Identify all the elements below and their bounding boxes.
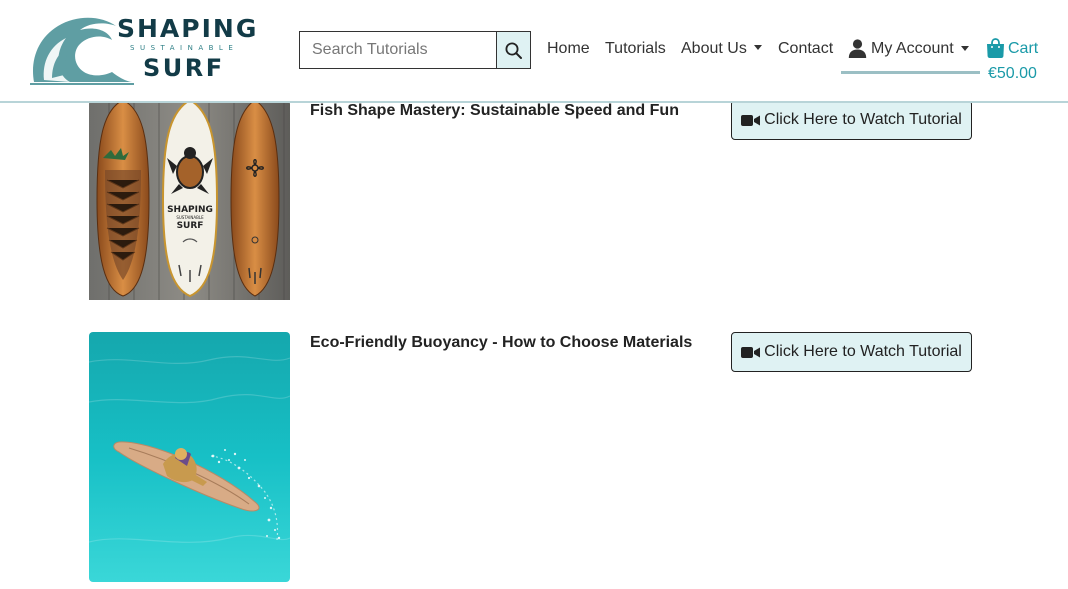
search-button[interactable] (496, 31, 531, 69)
tutorial-title[interactable]: Fish Shape Mastery: Sustainable Speed an… (310, 102, 679, 120)
logo-text-sustainable: SUSTAINABLE (130, 44, 239, 52)
nav-contact[interactable]: Contact (778, 40, 833, 58)
board-text-sustainable: SUSTAINABLE (176, 215, 204, 220)
board-text-surf: SURF (177, 221, 204, 231)
caret-down-icon (960, 46, 969, 51)
cart-row: Cart (986, 38, 1038, 59)
watch-tutorial-button[interactable]: Click Here to Watch Tutorial (731, 332, 972, 372)
nav-account-dropdown[interactable]: My Account (848, 39, 969, 58)
watch-tutorial-label: Click Here to Watch Tutorial (764, 343, 962, 360)
search-form (299, 31, 531, 69)
surfboards-image: SHAPING SUSTAINABLE SURF (89, 100, 290, 300)
nav-about-dropdown[interactable]: About Us (681, 40, 762, 58)
logo-text-shaping: SHAPING (117, 14, 259, 43)
user-icon (848, 39, 867, 58)
logo-text-surf: SURF (143, 54, 225, 82)
tutorial-image-ocean[interactable] (89, 332, 290, 582)
cart-total: €50.00 (988, 65, 1037, 82)
board-text-shaping: SHAPING (167, 205, 213, 215)
nav-home[interactable]: Home (547, 40, 590, 58)
tutorial-image-surfboards[interactable]: SHAPING SUSTAINABLE SURF (89, 100, 290, 350)
watch-tutorial-label: Click Here to Watch Tutorial (764, 111, 962, 128)
site-header: SHAPING SUSTAINABLE SURF Home Tutorials … (0, 0, 1068, 103)
tutorial-title[interactable]: Eco-Friendly Buoyancy - How to Choose Ma… (310, 334, 692, 352)
account-underline (841, 71, 980, 74)
cart-link[interactable]: Cart €50.00 (986, 38, 1038, 83)
search-input[interactable] (299, 31, 496, 69)
caret-down-icon (753, 45, 762, 50)
nav-tutorials[interactable]: Tutorials (605, 40, 666, 58)
video-camera-icon (741, 346, 761, 359)
site-logo[interactable]: SHAPING SUSTAINABLE SURF (30, 14, 256, 88)
nav-about-label: About Us (681, 40, 747, 57)
shopping-bag-icon (987, 38, 1004, 58)
nav-account-label: My Account (871, 39, 954, 57)
ocean-surfer-image (89, 332, 290, 582)
video-camera-icon (741, 114, 761, 127)
cart-label: Cart (1008, 39, 1039, 57)
watch-tutorial-button[interactable]: Click Here to Watch Tutorial (731, 100, 972, 140)
search-icon (505, 42, 522, 59)
